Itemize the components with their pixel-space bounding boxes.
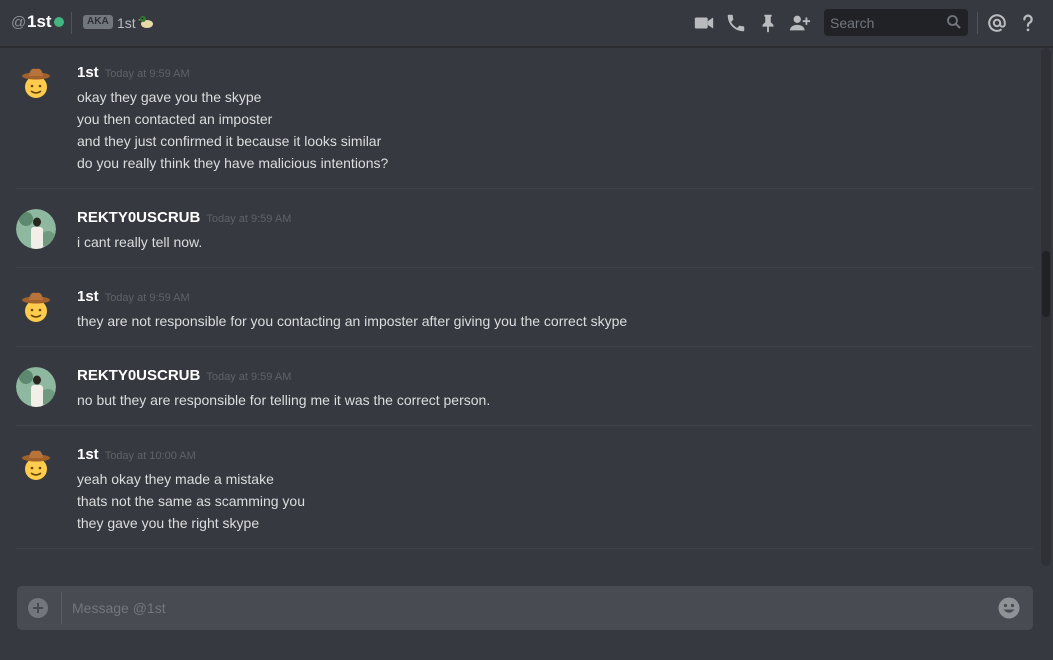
message-list[interactable]: 1st Today at 9:59 AM okay they gave you t… bbox=[0, 48, 1040, 566]
author-name[interactable]: 1st bbox=[77, 446, 99, 463]
message-body: they are not responsible for you contact… bbox=[77, 310, 627, 332]
message-body: okay they gave you the skype you then co… bbox=[77, 86, 388, 174]
message-divider bbox=[16, 425, 1033, 426]
phone-icon[interactable] bbox=[725, 12, 747, 34]
message-line: they are not responsible for you contact… bbox=[77, 313, 628, 329]
user-photo-avatar[interactable] bbox=[16, 209, 56, 249]
message-header: 1st Today at 10:00 AM bbox=[77, 446, 196, 464]
message-timestamp: Today at 9:59 AM bbox=[206, 371, 292, 383]
dm-window: @ 1st AKA 1st Search 1st Today at 9:59 A… bbox=[0, 0, 1053, 660]
author-name[interactable]: REKTY0USCRUB bbox=[77, 209, 200, 226]
emoji-picker-icon[interactable] bbox=[998, 597, 1020, 619]
scrollbar-thumb[interactable] bbox=[1042, 251, 1050, 317]
message-composer bbox=[17, 586, 1033, 630]
user-photo-avatar[interactable] bbox=[16, 367, 56, 407]
message-line: they gave you the right skype bbox=[77, 515, 260, 531]
author-name[interactable]: 1st bbox=[77, 288, 99, 305]
message-body: no but they are responsible for telling … bbox=[77, 389, 490, 411]
author-name[interactable]: REKTY0USCRUB bbox=[77, 367, 200, 384]
message-line: yeah okay they made a mistake bbox=[77, 471, 274, 487]
message-timestamp: Today at 9:59 AM bbox=[104, 68, 190, 80]
author-name[interactable]: 1st bbox=[77, 64, 99, 81]
header-divider bbox=[977, 12, 978, 34]
message-divider bbox=[16, 188, 1033, 189]
message-header: 1st Today at 9:59 AM bbox=[77, 64, 190, 82]
message-header: 1st Today at 9:59 AM bbox=[77, 288, 190, 306]
channel-title[interactable]: 1st bbox=[27, 12, 52, 32]
channel-header: @ 1st AKA 1st Search bbox=[0, 0, 1053, 47]
composer-divider bbox=[61, 592, 62, 624]
upload-plus-icon[interactable] bbox=[28, 598, 48, 618]
message-line: no but they are responsible for telling … bbox=[77, 392, 491, 408]
cowboy-emoji-avatar[interactable] bbox=[16, 446, 56, 486]
message-timestamp: Today at 9:59 AM bbox=[104, 292, 190, 304]
message-divider bbox=[16, 346, 1033, 347]
message-body: yeah okay they made a mistake thats not … bbox=[77, 468, 305, 534]
message-timestamp: Today at 10:00 AM bbox=[104, 450, 196, 462]
mention-icon[interactable] bbox=[986, 12, 1008, 34]
message-line: you then contacted an imposter bbox=[77, 111, 273, 127]
cowboy-emoji-avatar[interactable] bbox=[16, 288, 56, 328]
aka-badge: AKA bbox=[83, 15, 113, 29]
message-line: i cant really tell now. bbox=[77, 234, 203, 250]
search-placeholder: Search bbox=[830, 15, 875, 31]
search-icon bbox=[947, 15, 961, 29]
at-symbol: @ bbox=[11, 14, 27, 31]
aka-name: 1st bbox=[117, 15, 136, 31]
cowboy-emoji-avatar[interactable] bbox=[16, 64, 56, 104]
message-header: REKTY0USCRUB Today at 9:59 AM bbox=[77, 209, 291, 227]
online-status-indicator bbox=[54, 17, 64, 27]
pin-icon[interactable] bbox=[757, 12, 779, 34]
message-header: REKTY0USCRUB Today at 9:59 AM bbox=[77, 367, 291, 385]
message-line: okay they gave you the skype bbox=[77, 89, 262, 105]
message-divider bbox=[16, 267, 1033, 268]
search-box[interactable]: Search bbox=[824, 9, 968, 36]
help-icon[interactable] bbox=[1017, 12, 1039, 34]
message-timestamp: Today at 9:59 AM bbox=[206, 213, 292, 225]
message-line: and they just confirmed it because it lo… bbox=[77, 133, 382, 149]
message-body: i cant really tell now. bbox=[77, 231, 202, 253]
message-divider bbox=[16, 548, 1033, 549]
add-friend-icon[interactable] bbox=[789, 12, 811, 34]
duck-emoji-icon bbox=[138, 16, 153, 28]
message-line: thats not the same as scamming you bbox=[77, 493, 305, 509]
message-input[interactable] bbox=[72, 596, 972, 620]
message-line: do you really think they have malicious … bbox=[77, 155, 389, 171]
header-divider bbox=[71, 12, 72, 34]
video-call-icon[interactable] bbox=[693, 12, 715, 34]
